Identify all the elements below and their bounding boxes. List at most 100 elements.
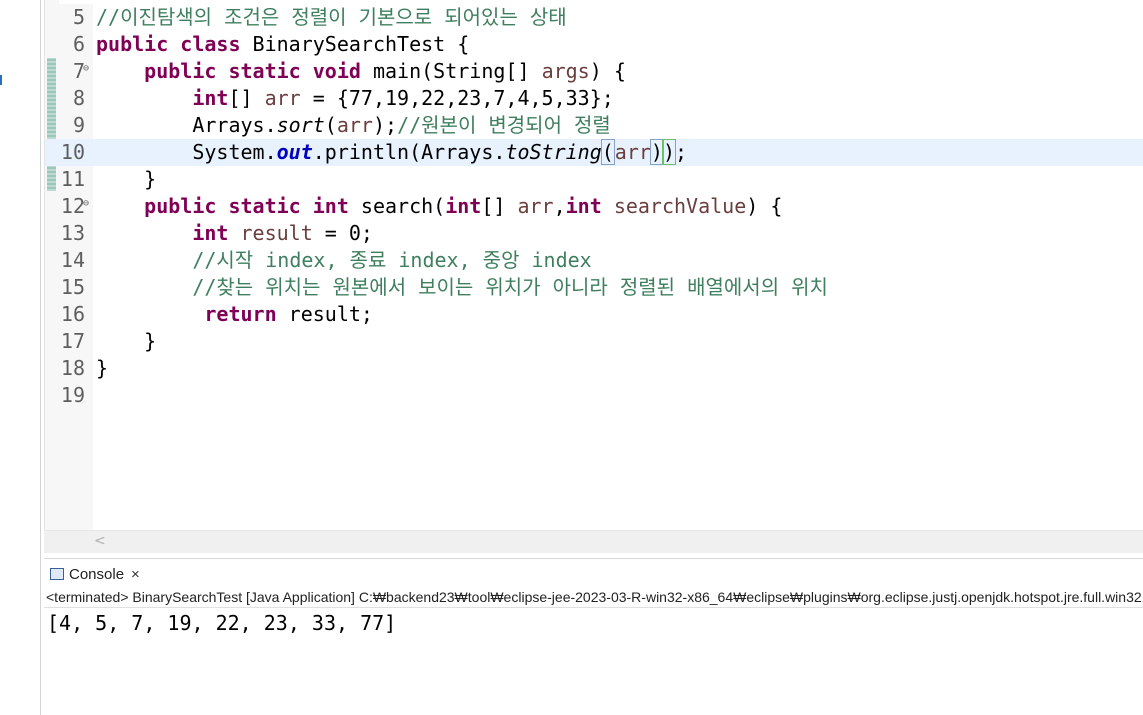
tab-console[interactable]: Console ×: [50, 563, 140, 585]
code-token: (: [324, 113, 337, 137]
line-number: 15: [60, 275, 85, 299]
code-token: void: [312, 59, 361, 83]
code-text: public class BinarySearchTest {: [96, 31, 469, 58]
code-line[interactable]: 12 ⊖ public static int search(int[] arr,i…: [45, 193, 1143, 220]
code-line[interactable]: 10 System.out.println(Arrays.toString(ar…: [45, 139, 1143, 166]
code-text: }: [96, 355, 108, 382]
code-token: arr: [264, 86, 301, 110]
code-token: arr: [613, 140, 651, 164]
code-line[interactable]: 19: [45, 382, 1143, 409]
code-text: public static void main(String[] args) {: [96, 58, 626, 85]
line-number: 12: [60, 194, 85, 218]
line-number: 19: [60, 383, 85, 407]
code-text: System.out.println(Arrays.toString(arr))…: [96, 139, 687, 166]
line-number: 17: [60, 329, 85, 353]
code-line[interactable]: 18}: [45, 355, 1143, 382]
tab-console-label: Console: [69, 565, 125, 583]
code-token: ;: [675, 140, 688, 164]
code-token: result;: [276, 302, 373, 326]
code-token: //이진탐색의 조건은 정렬이 기본으로 되어있는 상태: [96, 5, 567, 29]
code-token: result: [240, 221, 313, 245]
fold-toggle-icon[interactable]: ⊖: [83, 58, 89, 80]
code-token: BinarySearchTest {: [240, 32, 470, 56]
code-text: //찾는 위치는 원본에서 보이는 위치가 아니라 정렬된 배열에서의 위치: [96, 274, 828, 301]
code-lines[interactable]: 5 //이진탐색의 조건은 정렬이 기본으로 되어있는 상태 6 public cla…: [45, 4, 1143, 409]
code-token: out: [276, 140, 313, 164]
code-text: public static int search(int[] arr,int s…: [96, 193, 782, 220]
code-token: toString: [505, 140, 602, 164]
code-line[interactable]: 13 int result = 0;: [45, 220, 1143, 247]
fold-toggle-icon[interactable]: ⊖: [83, 193, 89, 215]
code-token: ) {: [746, 194, 783, 218]
scroll-left-icon[interactable]: <: [94, 533, 106, 549]
code-line[interactable]: 16 return result;: [45, 301, 1143, 328]
code-text: //시작 index, 종료 index, 중앙 index: [96, 247, 591, 274]
line-number: 9: [72, 113, 85, 137]
code-line[interactable]: 8 int[] arr = {77,19,22,23,7,4,5,33};: [45, 85, 1143, 112]
code-text: }: [96, 328, 156, 355]
code-token: ,: [553, 194, 566, 218]
line-number: 5: [72, 5, 85, 29]
code-token: search(: [348, 194, 446, 218]
code-line[interactable]: 14 //시작 index, 종료 index, 중앙 index: [45, 247, 1143, 274]
code-token: = 0;: [312, 221, 373, 245]
code-line[interactable]: 17 }: [45, 328, 1143, 355]
code-token: ): [649, 139, 664, 165]
code-token: int: [192, 221, 229, 245]
code-line[interactable]: 15 //찾는 위치는 원본에서 보이는 위치가 아니라 정렬된 배열에서의 위…: [45, 274, 1143, 301]
code-token: static: [228, 59, 301, 83]
line-number: 6: [72, 32, 85, 56]
left-gutter: [0, 0, 41, 715]
line-number: 11: [60, 167, 85, 191]
close-icon[interactable]: ×: [131, 566, 140, 583]
code-token: //찾는 위치는 원본에서 보이는 위치가 아니라 정렬된 배열에서의 위치: [192, 275, 828, 299]
code-token: System.: [96, 140, 277, 164]
code-token: int: [192, 86, 229, 110]
console-output-text: [4, 5, 7, 19, 22, 23, 33, 77]: [47, 611, 397, 635]
code-line[interactable]: 5 //이진탐색의 조건은 정렬이 기본으로 되어있는 상태: [45, 4, 1143, 31]
code-token: }: [96, 356, 109, 380]
code-text: int[] arr = {77,19,22,23,7,4,5,33};: [96, 85, 613, 112]
code-token: Arrays.: [96, 113, 277, 137]
code-line[interactable]: 11 }: [45, 166, 1143, 193]
code-line[interactable]: 7 ⊖ public static void main(String[] args…: [45, 58, 1143, 85]
code-token: public: [144, 194, 217, 218]
code-token: public: [144, 59, 217, 83]
code-token: []: [228, 86, 265, 110]
code-token: arr: [517, 194, 554, 218]
horizontal-scrollbar[interactable]: <: [44, 530, 1143, 553]
code-editor[interactable]: 5 //이진탐색의 조건은 정렬이 기본으로 되어있는 상태 6 public cla…: [44, 0, 1143, 552]
code-token: arr: [336, 113, 373, 137]
code-token: (: [600, 139, 615, 165]
code-token: public: [96, 32, 169, 56]
line-number: 16: [60, 302, 85, 326]
code-text: }: [96, 166, 156, 193]
code-token: ) {: [589, 59, 626, 83]
code-token: .println(Arrays.: [312, 140, 506, 164]
line-number: 13: [60, 221, 85, 245]
line-number: 8: [72, 86, 85, 110]
code-text: int result = 0;: [96, 220, 373, 247]
code-token: args: [541, 59, 590, 83]
code-line[interactable]: 6 public class BinarySearchTest {: [45, 31, 1143, 58]
code-text: //이진탐색의 조건은 정렬이 기본으로 되어있는 상태: [96, 4, 567, 31]
console-output[interactable]: [4, 5, 7, 19, 22, 23, 33, 77]: [44, 608, 1143, 715]
code-line[interactable]: 9 Arrays.sort(arr);//원본이 변경되어 정렬: [45, 112, 1143, 139]
code-token: searchValue: [613, 194, 747, 218]
line-number: 7: [72, 59, 85, 83]
code-token: class: [180, 32, 241, 56]
line-number: 10: [60, 140, 85, 164]
